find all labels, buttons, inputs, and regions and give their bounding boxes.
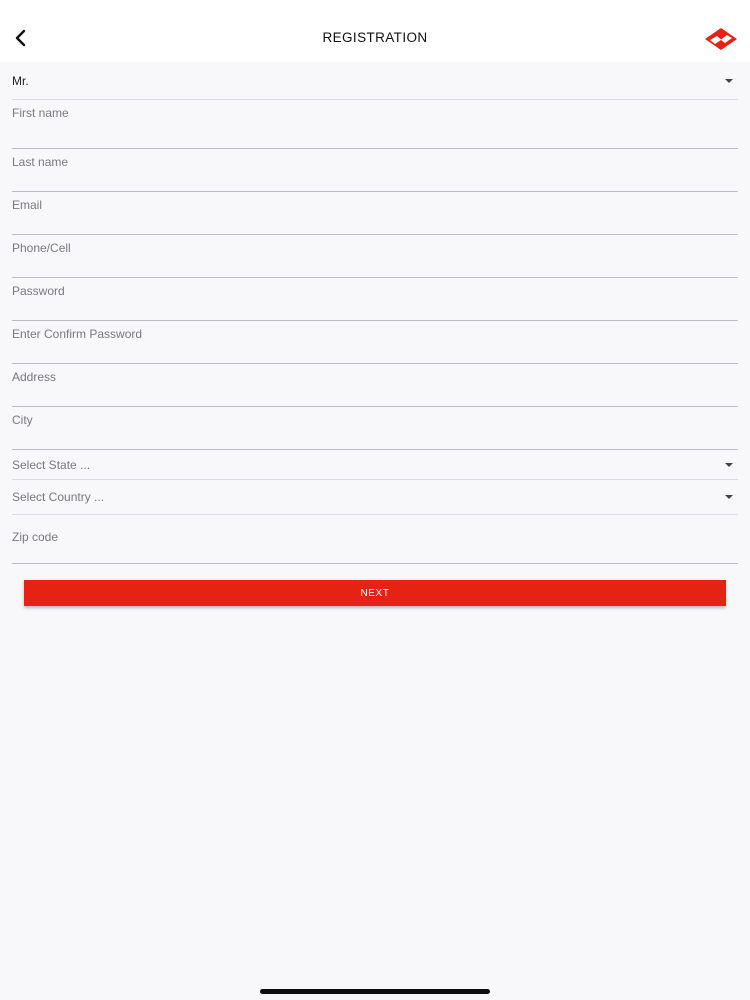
caret-down-icon bbox=[725, 495, 733, 499]
top-bar: REGISTRATION bbox=[0, 0, 750, 62]
city-field[interactable] bbox=[12, 399, 738, 450]
zip-field[interactable] bbox=[12, 513, 738, 564]
city-input[interactable] bbox=[12, 399, 738, 441]
address-input[interactable] bbox=[12, 356, 738, 398]
country-placeholder: Select Country ... bbox=[12, 490, 105, 504]
state-placeholder: Select State ... bbox=[12, 457, 91, 472]
registration-form: Mr. Select State ... bbox=[12, 62, 738, 564]
phone-input[interactable] bbox=[12, 227, 738, 269]
password-input[interactable] bbox=[12, 270, 738, 312]
last-name-input[interactable] bbox=[12, 141, 738, 183]
home-indicator bbox=[260, 989, 490, 994]
first-name-input[interactable] bbox=[12, 92, 738, 134]
zip-input[interactable] bbox=[12, 513, 738, 561]
email-input[interactable] bbox=[12, 184, 738, 226]
confirm-password-input[interactable] bbox=[12, 313, 738, 355]
brand-logo-icon bbox=[705, 28, 737, 50]
caret-down-icon bbox=[725, 462, 733, 467]
state-select[interactable]: Select State ... bbox=[12, 450, 738, 480]
caret-down-icon bbox=[725, 78, 733, 83]
salutation-value: Mr. bbox=[12, 73, 29, 88]
country-select[interactable]: Select Country ... bbox=[12, 480, 738, 515]
page-title: REGISTRATION bbox=[322, 30, 428, 45]
next-button[interactable]: NEXT bbox=[24, 580, 726, 606]
registration-screen: REGISTRATION Mr. First name Last name Em… bbox=[0, 0, 750, 1000]
